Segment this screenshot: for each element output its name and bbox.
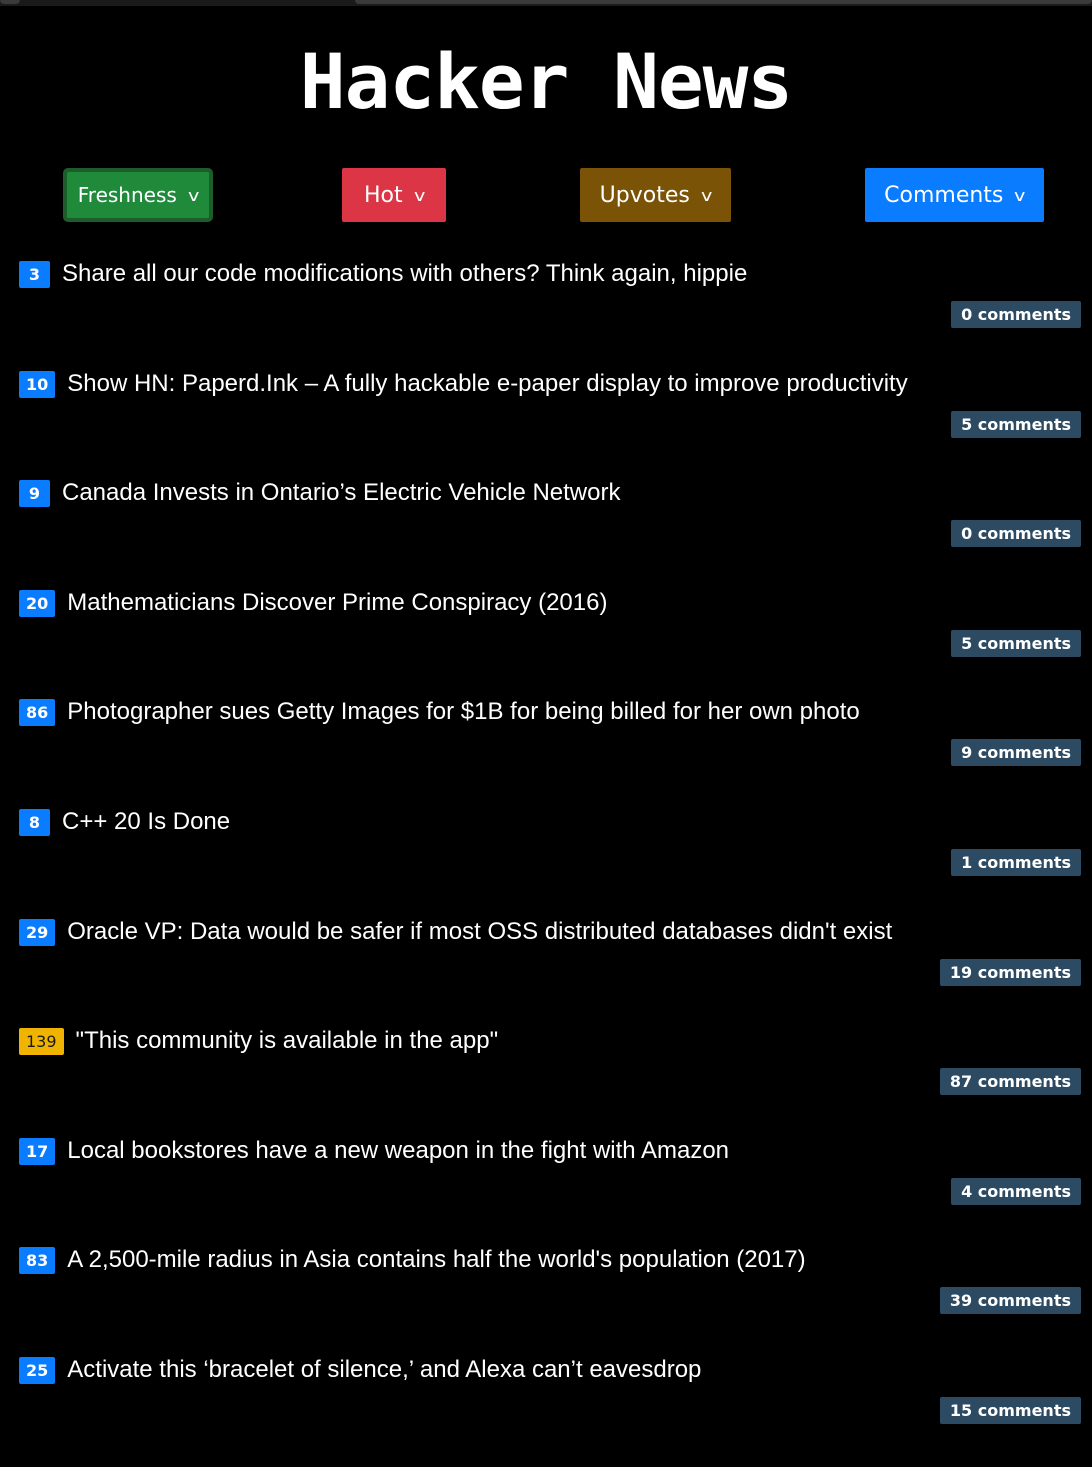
story-row: 20 Mathematicians Discover Prime Conspira… [0,589,1092,700]
comments-badge[interactable]: 15 comments [939,1397,1081,1424]
story-title-link[interactable]: Canada Invests in Ontario’s Electric Veh… [62,476,620,510]
comments-badge[interactable]: 4 comments [951,1178,1081,1205]
story-title-link[interactable]: "This community is available in the app" [76,1024,499,1058]
story-title-link[interactable]: Local bookstores have a new weapon in th… [67,1134,729,1168]
story-row: 8 C++ 20 Is Done 1 comments [0,808,1092,919]
story-title-link[interactable]: Activate this ‘bracelet of silence,’ and… [67,1353,701,1387]
sort-hot-button[interactable]: Hot v [342,168,446,222]
score-badge: 8 [19,809,50,836]
story-row: 3 Share all our code modifications with o… [0,260,1092,371]
story-title-link[interactable]: Oracle VP: Data would be safer if most O… [67,915,892,949]
chevron-down-icon: v [413,185,425,205]
story-row: 17 Local bookstores have a new weapon in … [0,1137,1092,1248]
comments-badge[interactable]: 87 comments [939,1068,1081,1095]
story-title-link[interactable]: Show HN: Paperd.Ink – A fully hackable e… [67,367,907,401]
story-title-link[interactable]: Share all our code modifications with ot… [62,257,747,291]
sort-freshness-label: Freshness [77,183,177,207]
chevron-down-icon: v [700,185,713,205]
story-row: 83 A 2,500-mile radius in Asia contains h… [0,1246,1092,1357]
comments-badge[interactable]: 0 comments [951,301,1081,328]
comments-badge[interactable]: 5 comments [951,630,1081,657]
score-badge: 3 [19,261,50,288]
score-badge: 86 [19,699,56,726]
story-row: 10 Show HN: Paperd.Ink – A fully hackable… [0,370,1092,481]
story-row: 25 Activate this ‘bracelet of silence,’ a… [0,1356,1092,1467]
chevron-down-icon: v [1014,185,1026,205]
sort-upvotes-button[interactable]: Upvotes v [580,168,731,222]
comments-badge[interactable]: 0 comments [951,520,1081,547]
sort-freshness-button[interactable]: Freshness v [63,168,213,222]
score-badge: 139 [19,1028,64,1055]
story-title-link[interactable]: A 2,500-mile radius in Asia contains hal… [67,1243,805,1277]
story-title-link[interactable]: Photographer sues Getty Images for $1B f… [67,695,859,729]
sort-upvotes-label: Upvotes [599,182,690,208]
page-title: Hacker News [299,37,793,126]
score-badge: 83 [19,1247,56,1274]
sort-hot-label: Hot [363,182,403,208]
browser-top-strip [0,0,1092,6]
story-row: 29 Oracle VP: Data would be safer if most… [0,918,1092,1029]
score-badge: 10 [19,371,56,398]
comments-badge[interactable]: 9 comments [951,739,1081,766]
score-badge: 17 [19,1138,56,1165]
story-row: 86 Photographer sues Getty Images for $1B… [0,698,1092,809]
score-badge: 9 [19,480,50,507]
sort-comments-button[interactable]: Comments v [865,168,1044,222]
story-row: 139 "This community is available in the a… [0,1027,1092,1138]
story-title-link[interactable]: Mathematicians Discover Prime Conspiracy… [67,586,607,620]
comments-badge[interactable]: 5 comments [951,411,1081,438]
story-title-link[interactable]: C++ 20 Is Done [62,805,230,839]
browser-address-edge [355,0,1092,4]
score-badge: 20 [19,590,56,617]
browser-tab-edge [0,0,20,4]
story-row: 9 Canada Invests in Ontario’s Electric Ve… [0,479,1092,590]
comments-badge[interactable]: 1 comments [951,849,1081,876]
score-badge: 29 [19,919,56,946]
chevron-down-icon: v [187,185,200,205]
score-badge: 25 [19,1357,56,1384]
comments-badge[interactable]: 19 comments [939,959,1081,986]
comments-badge[interactable]: 39 comments [939,1287,1081,1314]
sort-comments-label: Comments [884,182,1004,208]
